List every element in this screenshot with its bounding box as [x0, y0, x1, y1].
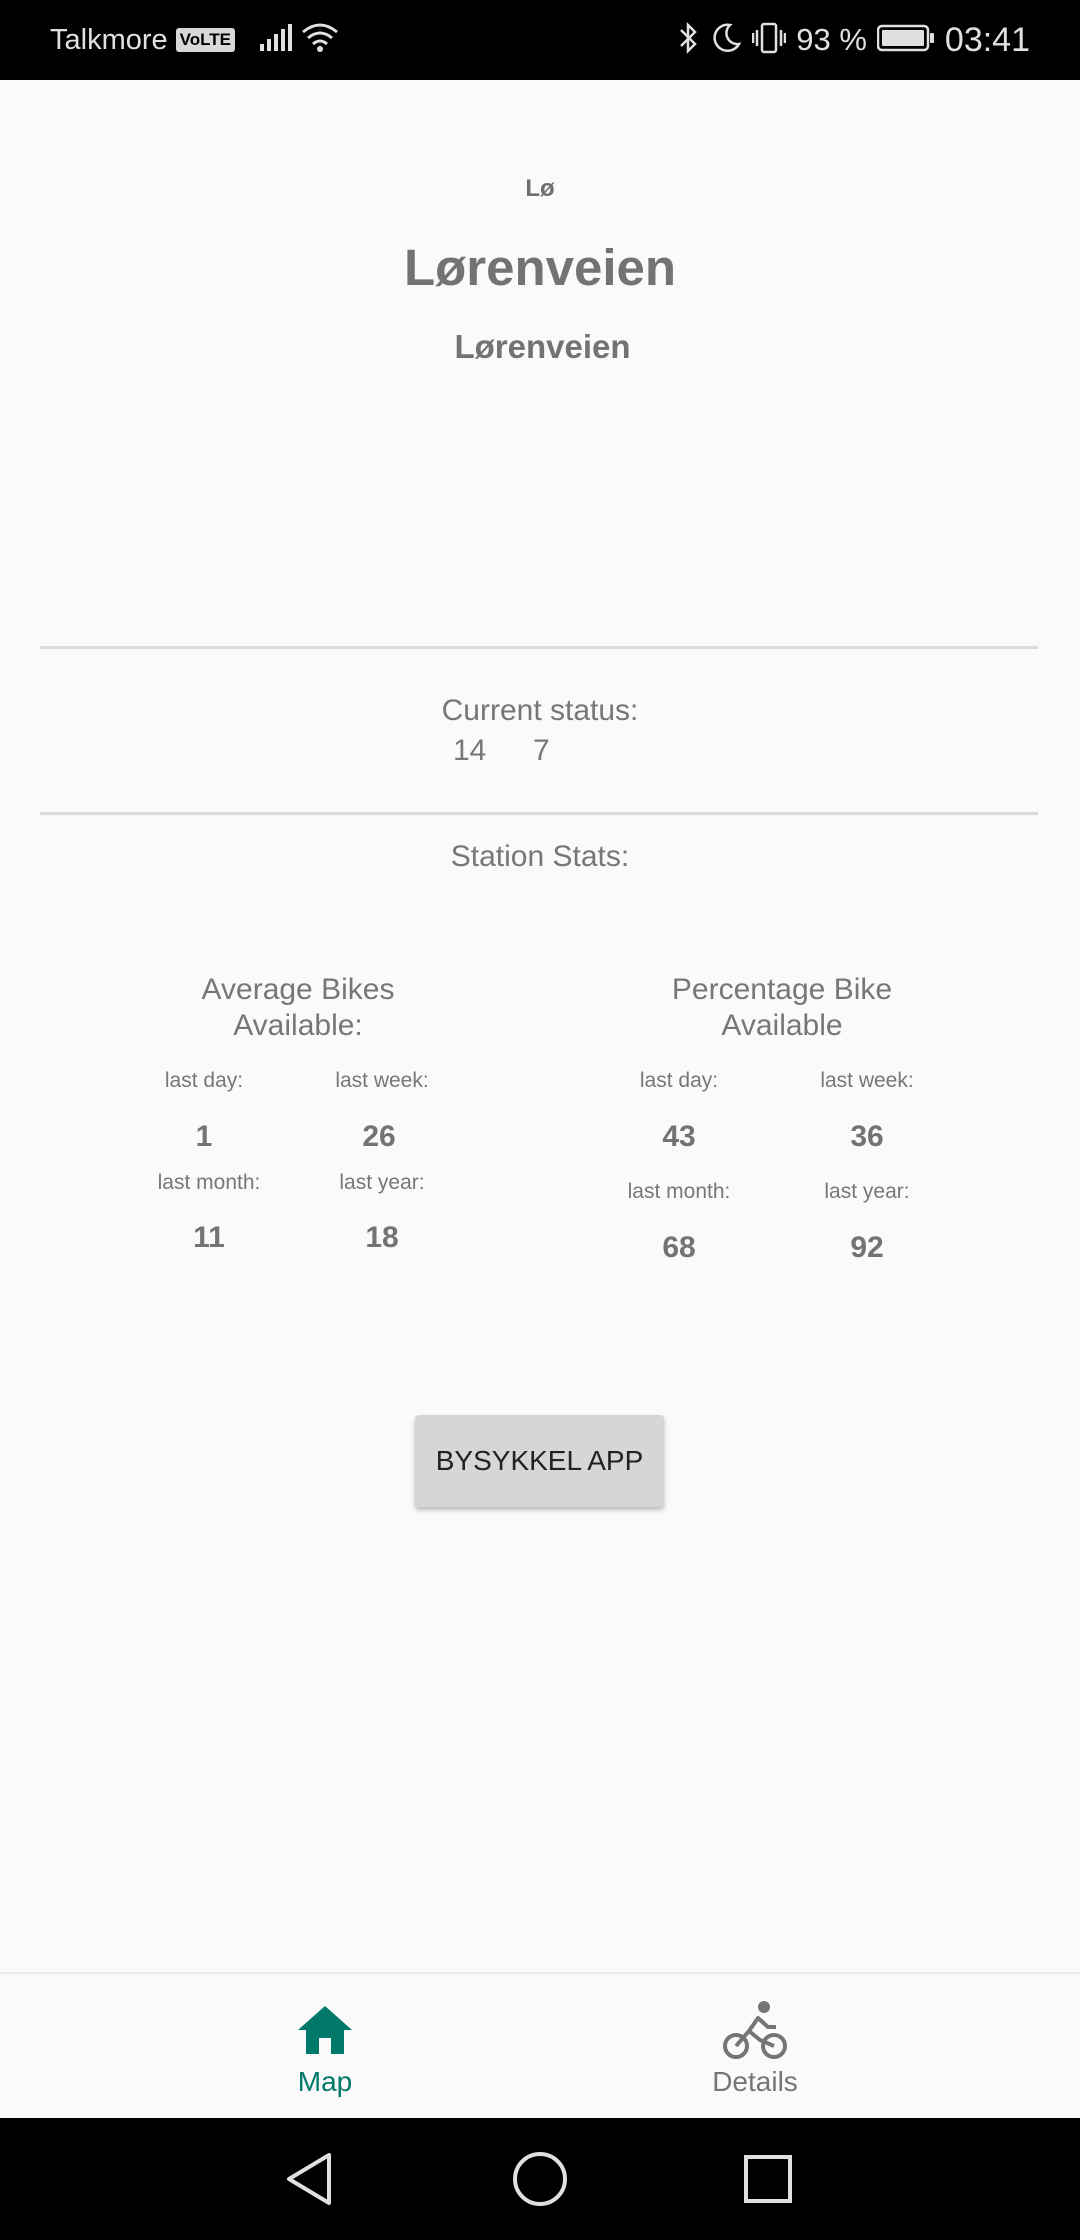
- percentage-last-month-label: last month:: [627, 1180, 731, 1203]
- average-last-day-value: 1: [195, 1120, 213, 1153]
- current-bikes-available: 14: [453, 734, 487, 767]
- average-last-week-value: 26: [362, 1120, 396, 1153]
- system-navigation-bar: [0, 2118, 1080, 2240]
- status-left: Talkmore VoLTE: [50, 0, 339, 80]
- percentage-last-year-value: 92: [850, 1231, 884, 1264]
- battery-percent: 93 %: [796, 22, 867, 57]
- average-bikes-heading-line2: Available:: [233, 1009, 363, 1042]
- percentage-bike-heading-line1: Percentage Bike: [671, 973, 893, 1006]
- average-bikes-heading-line1: Average Bikes: [201, 973, 395, 1006]
- percentage-bike-heading: Percentage Bike Available: [632, 972, 932, 1044]
- clock: 03:41: [944, 20, 1030, 59]
- percentage-last-day-label: last day:: [639, 1069, 719, 1092]
- bicycle-icon: [720, 1996, 790, 2066]
- percentage-last-day-value: 43: [662, 1120, 696, 1153]
- carrier-name: Talkmore: [50, 23, 168, 56]
- percentage-last-week-label: last week:: [820, 1069, 914, 1092]
- average-last-month-label: last month:: [157, 1171, 261, 1194]
- bysykkel-app-button[interactable]: BYSYKKEL APP: [415, 1415, 664, 1507]
- nav-item-map[interactable]: Map: [175, 1974, 475, 2120]
- signal-icon: [259, 23, 293, 57]
- bluetooth-icon: [678, 21, 700, 60]
- percentage-last-year-label: last year:: [824, 1180, 910, 1203]
- vibrate-icon: [751, 21, 787, 60]
- recent-apps-icon[interactable]: [738, 2149, 798, 2209]
- average-last-month-value: 11: [193, 1221, 225, 1254]
- do-not-disturb-icon: [710, 22, 742, 59]
- current-docks-available: 7: [533, 734, 550, 767]
- home-icon: [290, 1996, 360, 2066]
- volte-badge: VoLTE: [175, 28, 235, 52]
- status-right: 93 % 03:41: [678, 0, 1030, 80]
- nav-label-map: Map: [297, 2066, 353, 2097]
- station-short-name: Lø: [525, 175, 555, 202]
- back-icon[interactable]: [281, 2149, 341, 2209]
- station-title: Lørenveien: [403, 239, 677, 296]
- nav-item-details[interactable]: Details: [605, 1974, 905, 2120]
- battery-icon: [876, 23, 935, 58]
- wifi-icon: [301, 22, 339, 59]
- nav-label-details: Details: [712, 2066, 798, 2097]
- average-bikes-heading: Average Bikes Available:: [148, 972, 448, 1044]
- average-last-day-label: last day:: [164, 1069, 244, 1092]
- bottom-navigation: Map Details: [0, 1972, 1080, 2120]
- station-stats-label: Station Stats:: [450, 840, 630, 873]
- home-circle-icon[interactable]: [510, 2149, 570, 2209]
- divider-top: [40, 646, 1038, 649]
- percentage-last-week-value: 36: [850, 1120, 884, 1153]
- divider-middle: [40, 812, 1038, 815]
- average-last-year-label: last year:: [339, 1171, 425, 1194]
- station-subtitle: Lørenveien: [454, 328, 631, 365]
- average-last-year-value: 18: [365, 1221, 399, 1254]
- status-bar: Talkmore VoLTE 93 % 03:41: [0, 0, 1080, 80]
- percentage-bike-heading-line2: Available: [721, 1009, 843, 1042]
- percentage-last-month-value: 68: [662, 1231, 696, 1264]
- current-status-label: Current status:: [441, 694, 639, 727]
- average-last-week-label: last week:: [335, 1069, 429, 1092]
